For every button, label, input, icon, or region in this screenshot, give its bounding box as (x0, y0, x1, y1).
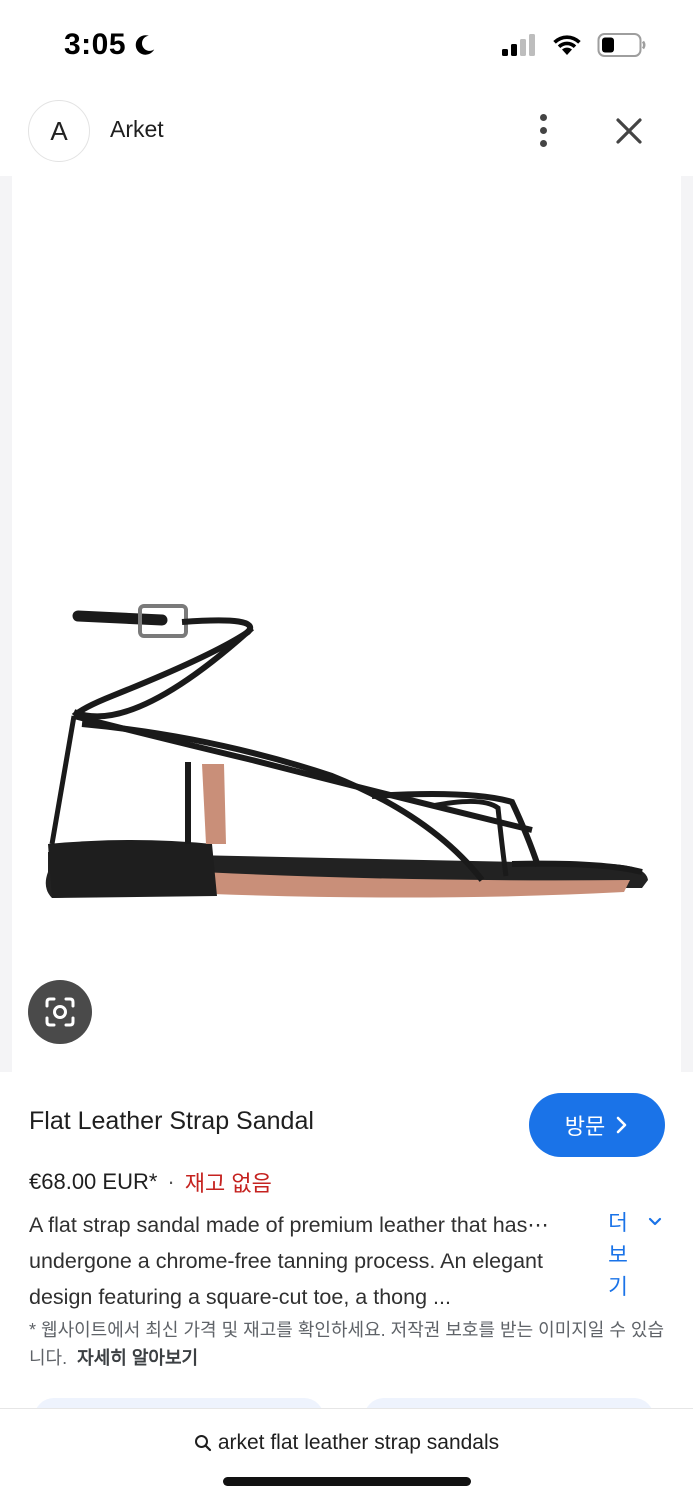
status-time: 3:05 (64, 28, 158, 62)
status-bar: 3:05 (0, 0, 693, 90)
price: €68.00 EUR* (29, 1169, 158, 1194)
visit-button[interactable]: 방문 (529, 1093, 665, 1157)
product-description: A flat strap sandal made of premium leat… (29, 1207, 599, 1315)
product-image[interactable] (12, 176, 681, 1072)
moon-icon (135, 35, 155, 55)
avatar-letter: A (50, 115, 68, 146)
product-title: Flat Leather Strap Sandal (29, 1107, 314, 1135)
chevron-down-icon[interactable] (646, 1213, 664, 1231)
search-query-row[interactable]: arket flat leather strap sandals (0, 1431, 693, 1455)
product-image-area (0, 176, 693, 1072)
close-icon[interactable] (610, 112, 648, 150)
site-avatar[interactable]: A (28, 100, 90, 162)
dot (539, 139, 547, 147)
site-name[interactable]: Arket (110, 116, 164, 143)
stock-status: 재고 없음 (184, 1171, 272, 1196)
price-row: €68.00 EUR* · 재고 없음 (29, 1166, 272, 1198)
disclaimer-note: * 웹사이트에서 최신 가격 및 재고를 확인하세요. 저작권 보호를 받는 이… (29, 1316, 669, 1372)
image-edge-right (681, 176, 693, 1072)
status-icons (501, 32, 647, 58)
more-link[interactable]: 더 보 기 (604, 1207, 632, 1303)
battery-icon (597, 33, 646, 57)
description-line: design featuring a square-cut toe, a tho… (29, 1285, 451, 1309)
more-label-char: 기 (608, 1275, 628, 1299)
learn-more-link[interactable]: 자세히 알아보기 (77, 1348, 198, 1368)
signal-icon (502, 34, 535, 56)
wifi-icon (553, 35, 581, 55)
home-indicator[interactable] (223, 1477, 471, 1486)
site-header: A Arket (0, 90, 693, 176)
lens-button[interactable] (28, 980, 92, 1044)
dot (539, 126, 547, 134)
search-query-text: arket flat leather strap sandals (217, 1431, 500, 1454)
description-line: A flat strap sandal made of premium leat… (29, 1213, 549, 1237)
dot (539, 113, 547, 121)
more-vert-icon[interactable] (528, 110, 558, 150)
time-text: 3:05 (64, 28, 127, 61)
separator: · (167, 1169, 175, 1194)
more-label-char: 더 (608, 1211, 628, 1235)
image-edge-left (0, 176, 12, 1072)
bottom-search-bar: arket flat leather strap sandals (0, 1408, 693, 1500)
visit-label: 방문 (564, 1114, 606, 1139)
lens-icon (45, 997, 75, 1027)
description-line: undergone a chrome-free tanning process.… (29, 1249, 543, 1273)
search-icon (194, 1435, 211, 1452)
more-label-char: 보 (608, 1243, 628, 1267)
chevron-right-icon (616, 1116, 627, 1134)
